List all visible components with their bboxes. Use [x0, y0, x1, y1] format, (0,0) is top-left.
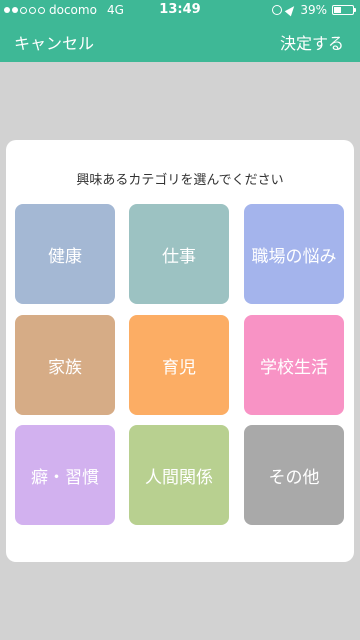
- confirm-button[interactable]: 決定する: [280, 30, 344, 54]
- category-tile[interactable]: 癖・習慣: [15, 425, 115, 525]
- category-tile[interactable]: 職場の悩み: [244, 204, 344, 304]
- category-tile[interactable]: その他: [244, 425, 344, 525]
- status-bar: docomo 4G 13:49 39%: [0, 0, 360, 20]
- category-tile[interactable]: 人間関係: [129, 425, 229, 525]
- category-tile[interactable]: 家族: [15, 315, 115, 415]
- location-arrow-icon: [285, 3, 298, 17]
- rotation-lock-icon: [272, 5, 283, 15]
- battery-percent: 39%: [300, 3, 327, 17]
- category-tile[interactable]: 仕事: [129, 204, 229, 304]
- top-bar: docomo 4G 13:49 39% キャンセル 決定する: [0, 0, 360, 62]
- category-dialog: 興味あるカテゴリを選んでください 健康 仕事 職場の悩み家族 育児 学校生活癖・習慣 人間…: [6, 140, 354, 562]
- category-tile[interactable]: 健康: [15, 204, 115, 304]
- category-tile[interactable]: 育児: [129, 315, 229, 415]
- category-tile[interactable]: 学校生活: [244, 315, 344, 415]
- battery-icon: [332, 5, 356, 15]
- cancel-button[interactable]: キャンセル: [14, 30, 94, 54]
- dialog-title: 興味あるカテゴリを選んでください: [76, 173, 284, 188]
